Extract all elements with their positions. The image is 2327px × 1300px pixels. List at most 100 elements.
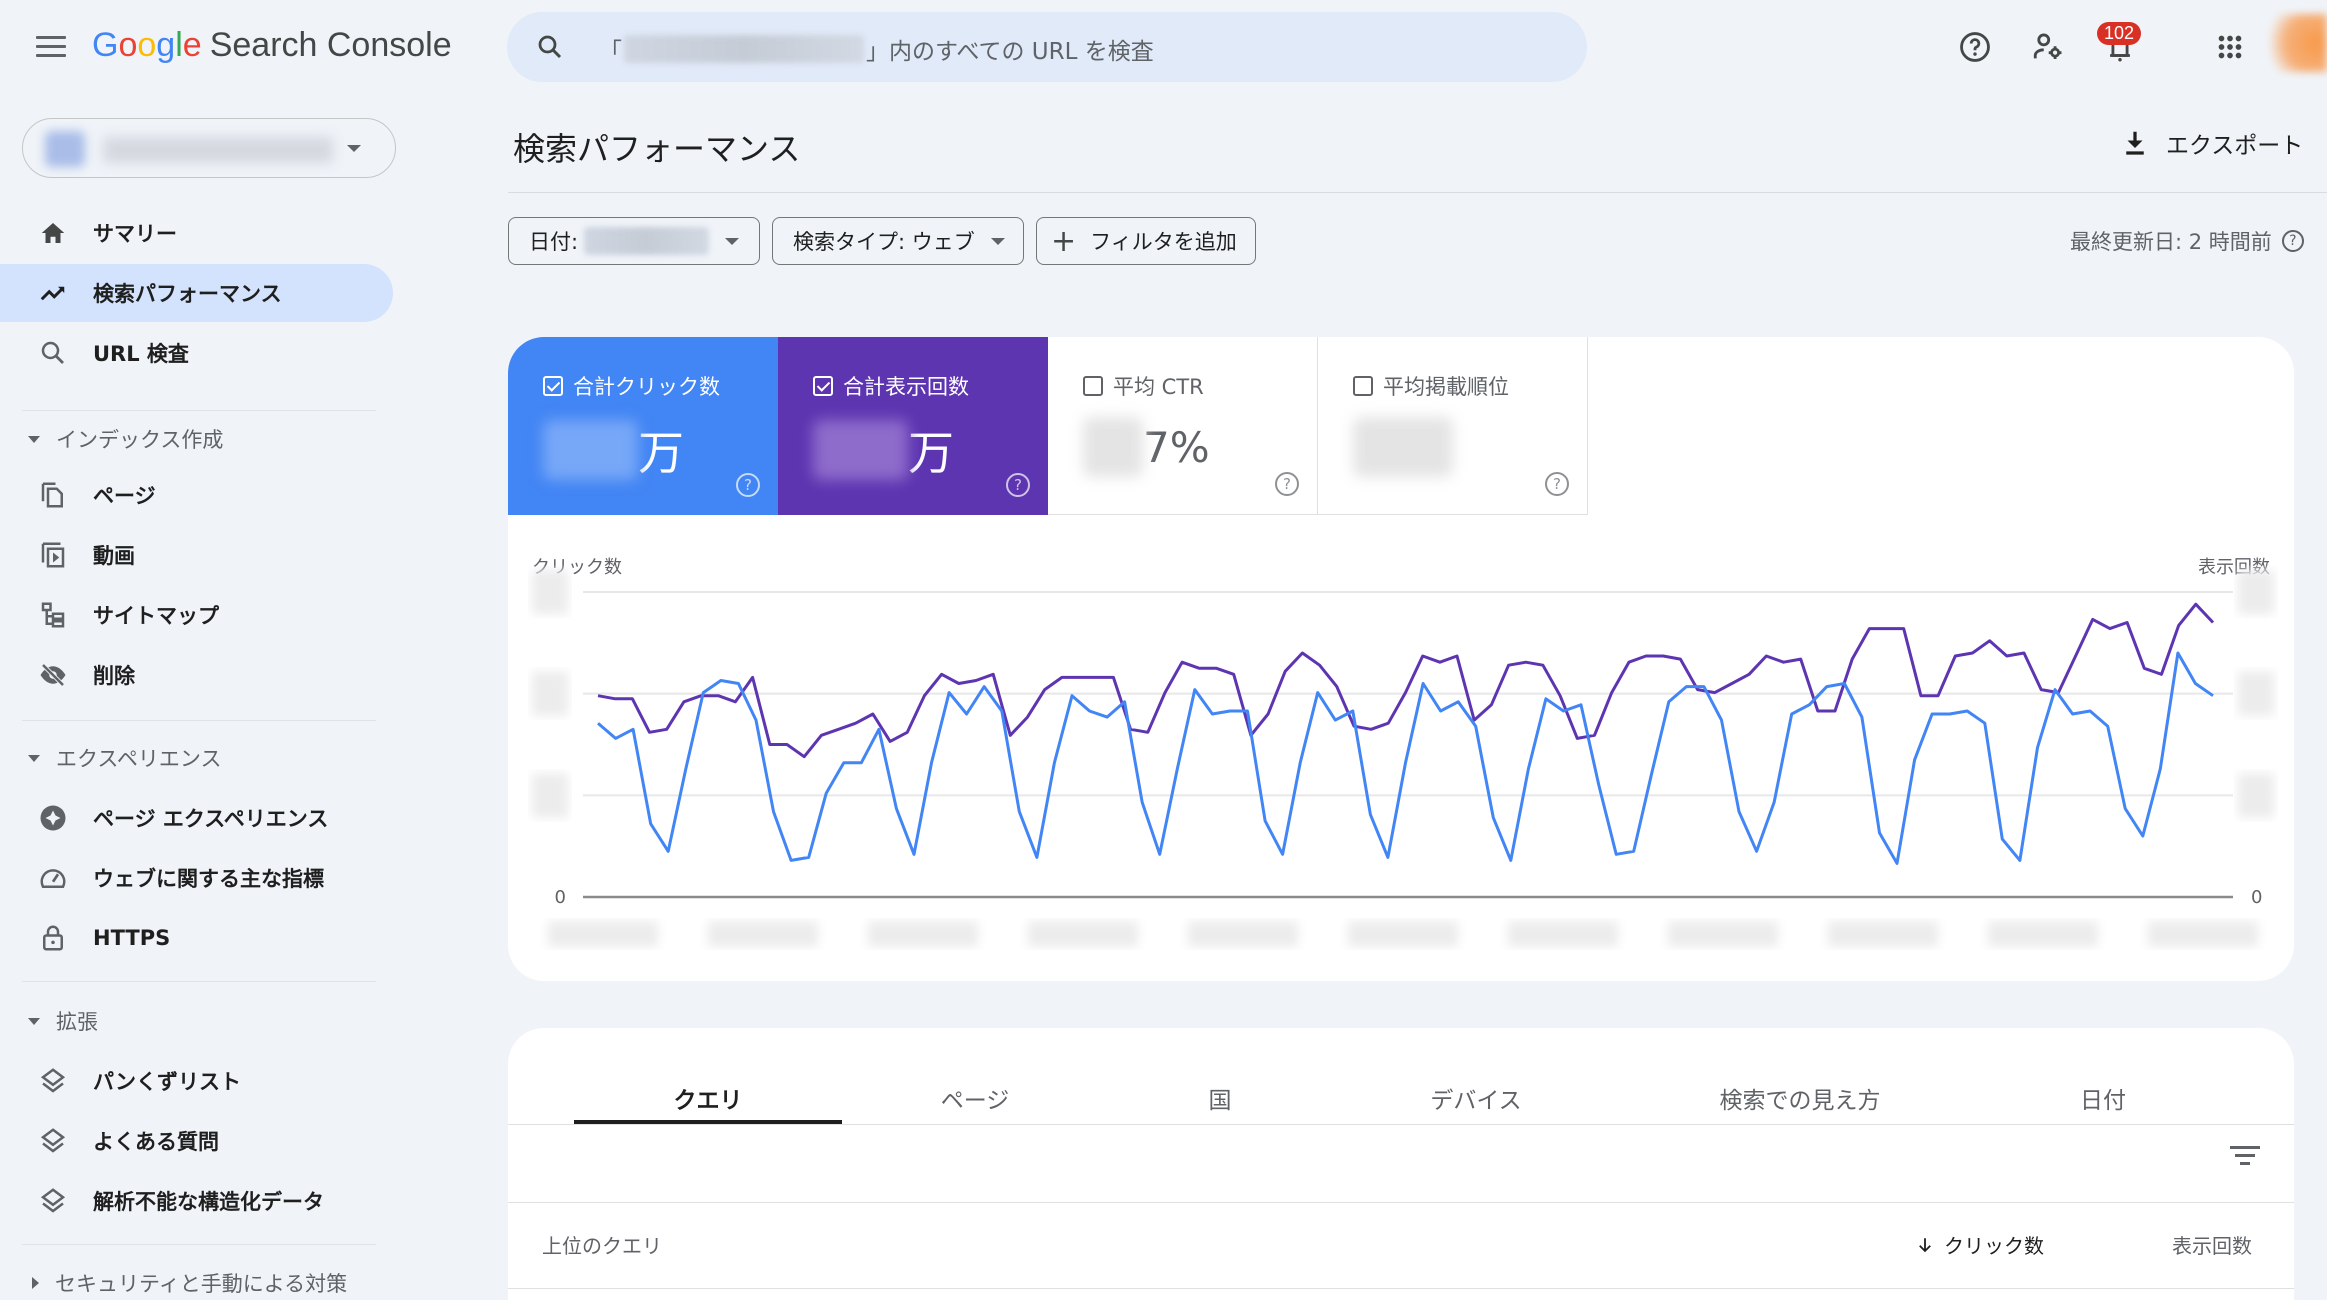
search-input-placeholder[interactable]: 「 」内のすべての URL を検査 xyxy=(599,32,1154,66)
series-line-impressions xyxy=(597,602,2215,759)
last-updated: 最終更新日: 2 時間前 ? xyxy=(2070,226,2304,256)
blurred-property-url xyxy=(624,35,864,63)
help-icon[interactable] xyxy=(1958,30,1992,64)
sidebar-item-core-web-vitals[interactable]: ウェブに関する主な指標 xyxy=(0,849,393,907)
caret-right-icon xyxy=(32,1277,39,1289)
app-title: Search Console xyxy=(209,26,452,64)
caret-down-icon xyxy=(28,435,40,443)
sidebar-item-url-inspection[interactable]: URL 検査 xyxy=(0,324,393,382)
performance-line-chart[interactable]: 00 xyxy=(508,557,2294,977)
checkbox-unchecked-icon[interactable] xyxy=(1353,376,1373,396)
tab-0[interactable]: クエリ xyxy=(578,1058,838,1138)
filter-rows-icon[interactable] xyxy=(2230,1146,2260,1170)
blurred-x-tick-label xyxy=(1988,921,2098,947)
blurred-metric-value xyxy=(543,420,638,480)
blurred-x-tick-label xyxy=(1028,921,1138,947)
sidebar-divider xyxy=(22,720,376,721)
checkbox-unchecked-icon[interactable] xyxy=(1083,376,1103,396)
metric-total-clicks[interactable]: 合計クリック数 万 ? xyxy=(508,337,778,515)
tab-5[interactable]: 日付 xyxy=(1973,1058,2233,1138)
main-menu-button[interactable] xyxy=(36,36,66,60)
blurred-y-tick-left xyxy=(532,671,568,716)
sidebar-item-removals[interactable]: 削除 xyxy=(0,646,393,704)
dimension-table-card: クエリ ページ国デバイス 検索での見え方 日付 上位のクエリ クリック数 表示回数 xyxy=(508,1028,2294,1300)
account-settings-icon[interactable] xyxy=(2031,30,2065,64)
avatar[interactable] xyxy=(2270,14,2327,72)
layers-icon xyxy=(40,1188,66,1213)
blurred-x-tick-label xyxy=(548,921,658,947)
sidebar-item-sitemaps[interactable]: サイトマップ xyxy=(0,586,393,644)
sidebar-item-search-performance[interactable]: 検索パフォーマンス xyxy=(0,264,393,322)
sidebar-divider xyxy=(22,1244,376,1245)
checkbox-checked-icon[interactable] xyxy=(543,376,563,396)
tabs-divider xyxy=(508,1124,2294,1125)
blurred-x-tick-label xyxy=(2148,921,2258,947)
url-inspection-search[interactable]: 「 」内のすべての URL を検査 xyxy=(507,12,1587,82)
series-line-clicks xyxy=(597,651,2214,865)
search-type-filter-chip[interactable]: 検索タイプ: ウェブ xyxy=(772,217,1024,265)
export-button[interactable]: エクスポート xyxy=(2120,126,2303,160)
blurred-x-tick-label xyxy=(1348,921,1458,947)
help-icon[interactable]: ? xyxy=(736,473,760,497)
property-favicon xyxy=(45,131,85,167)
property-selector[interactable] xyxy=(22,118,396,178)
help-icon[interactable]: ? xyxy=(1275,472,1299,496)
sidebar-item-pages[interactable]: ページ xyxy=(0,466,393,524)
metric-average-ctr[interactable]: 平均 CTR 7% ? xyxy=(1048,337,1318,515)
help-icon[interactable]: ? xyxy=(2281,230,2304,252)
blurred-x-tick-label xyxy=(868,921,978,947)
video-icon xyxy=(41,542,65,568)
section-experience[interactable]: エクスペリエンス xyxy=(28,743,221,773)
apps-grid-icon[interactable] xyxy=(2213,30,2247,64)
tab-3[interactable]: デバイス xyxy=(1346,1058,1606,1138)
app-logo[interactable]: Google Search Console xyxy=(92,26,452,65)
add-filter-button[interactable]: + フィルタを追加 xyxy=(1036,217,1256,265)
section-security-manual-actions[interactable]: セキュリティと手動による対策 xyxy=(28,1268,347,1298)
sidebar-item-https[interactable]: HTTPS xyxy=(0,909,393,967)
plus-icon: + xyxy=(1051,223,1077,259)
sidebar-item-unparsable-structured-data[interactable]: 解析不能な構造化データ xyxy=(0,1172,393,1230)
y-tick-label-right: 0 xyxy=(2251,887,2262,908)
sidebar-divider xyxy=(22,410,376,411)
column-header-clicks[interactable]: クリック数 xyxy=(1916,1230,2044,1259)
page-title: 検索パフォーマンス xyxy=(513,130,801,168)
sidebar-item-breadcrumbs[interactable]: パンくずリスト xyxy=(0,1052,393,1110)
metric-average-position[interactable]: 平均掲載順位 ? xyxy=(1318,337,1588,515)
blurred-x-tick-label xyxy=(1828,921,1938,947)
blurred-metric-value xyxy=(1083,417,1143,477)
home-icon xyxy=(41,223,65,243)
date-filter-chip[interactable]: 日付: xyxy=(508,217,760,265)
sidebar-item-video[interactable]: 動画 xyxy=(0,526,393,584)
performance-chart-card: 合計クリック数 万 ? 合計表示回数 万 ? 平均 CTR 7% ? 平均掲載順… xyxy=(508,337,2294,981)
help-icon[interactable]: ? xyxy=(1006,473,1030,497)
help-icon[interactable]: ? xyxy=(1545,472,1569,496)
checkbox-checked-icon[interactable] xyxy=(813,376,833,396)
lock-icon xyxy=(43,925,63,951)
blurred-metric-value xyxy=(1353,417,1453,477)
sidebar-item-faq[interactable]: よくある質問 xyxy=(0,1112,393,1170)
section-enhancements[interactable]: 拡張 xyxy=(28,1006,98,1036)
caret-down-icon xyxy=(28,754,40,762)
sidebar-item-summary[interactable]: サマリー xyxy=(0,204,393,262)
column-header-query[interactable]: 上位のクエリ xyxy=(542,1230,662,1259)
column-header-impressions[interactable]: 表示回数 xyxy=(2172,1230,2252,1259)
trending-up-icon xyxy=(40,286,65,301)
blurred-y-tick-right xyxy=(2238,773,2274,818)
sidebar-divider xyxy=(22,981,376,982)
chevron-down-icon xyxy=(725,237,739,245)
blurred-y-tick-right xyxy=(2238,671,2274,716)
blurred-x-tick-label xyxy=(1508,921,1618,947)
download-icon xyxy=(2126,131,2144,155)
section-indexing[interactable]: インデックス作成 xyxy=(28,424,223,454)
header-row-divider xyxy=(508,1288,2294,1289)
sidebar-item-page-experience[interactable]: ページ エクスペリエンス xyxy=(0,789,393,847)
tab-1[interactable]: ページ xyxy=(845,1058,1105,1138)
search-icon xyxy=(538,35,562,59)
tab-4[interactable]: 検索での見え方 xyxy=(1670,1058,1930,1138)
metric-total-impressions[interactable]: 合計表示回数 万 ? xyxy=(778,337,1048,515)
chevron-down-icon xyxy=(990,237,1005,245)
tab-2[interactable]: 国 xyxy=(1090,1058,1350,1138)
toolbar-divider xyxy=(508,1202,2294,1203)
speed-icon xyxy=(40,869,66,888)
blurred-y-tick-left xyxy=(532,570,568,614)
